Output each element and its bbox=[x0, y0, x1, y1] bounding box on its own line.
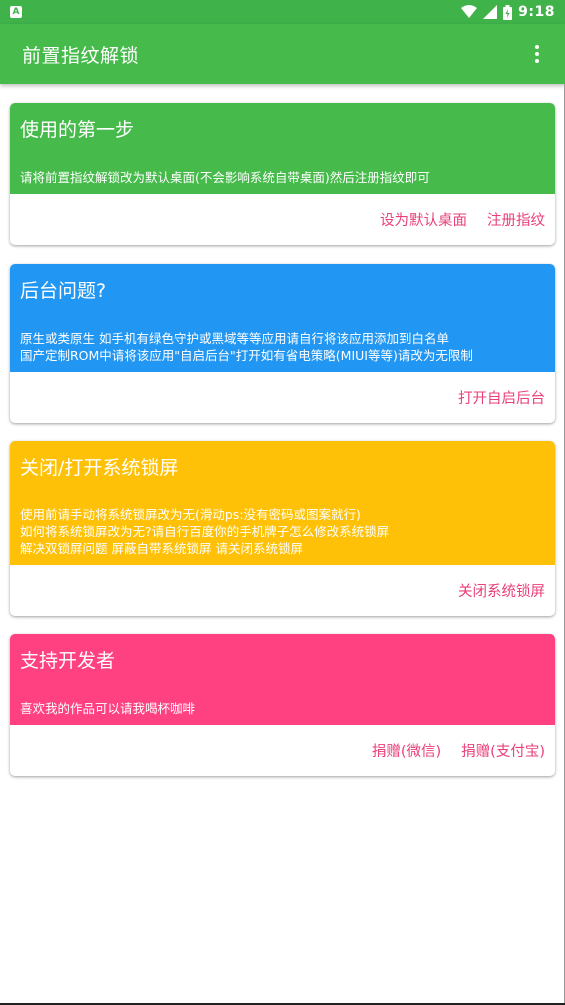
card-description: 喜欢我的作品可以请我喝杯咖啡 bbox=[20, 700, 195, 717]
donate-alipay-button[interactable]: 捐赠(支付宝) bbox=[461, 740, 545, 761]
card-actions: 打开自启后台 bbox=[10, 372, 555, 423]
card-line: 使用前请手动将系统锁屏改为无(滑动ps:没有密码或图案就行) bbox=[20, 507, 361, 522]
card-header: 关闭/打开系统锁屏 使用前请手动将系统锁屏改为无(滑动ps:没有密码或图案就行)… bbox=[10, 441, 555, 565]
card-line: 喜欢我的作品可以请我喝杯咖啡 bbox=[20, 701, 196, 716]
card-description: 原生或类原生 如手机有绿色守护或黑域等等应用请自行将该应用添加到白名单 国产定制… bbox=[20, 330, 473, 364]
status-bar: A 9:18 bbox=[0, 0, 565, 24]
card-title: 关闭/打开系统锁屏 bbox=[20, 457, 179, 479]
card-line: 解决双锁屏问题 屏蔽自带系统锁屏 请关闭系统锁屏 bbox=[20, 541, 303, 556]
card-header: 支持开发者 喜欢我的作品可以请我喝杯咖啡 bbox=[10, 634, 555, 725]
app-bar: 前置指纹解锁 bbox=[0, 24, 565, 84]
open-autostart-button[interactable]: 打开自启后台 bbox=[458, 387, 545, 408]
card-description: 请将前置指纹解锁改为默认桌面(不会影响系统自带桌面)然后注册指纹即可 bbox=[20, 169, 430, 186]
donate-wechat-button[interactable]: 捐赠(微信) bbox=[372, 740, 441, 761]
battery-icon bbox=[503, 4, 513, 20]
card-support-developer: 支持开发者 喜欢我的作品可以请我喝杯咖啡 捐赠(微信) 捐赠(支付宝) bbox=[10, 634, 555, 776]
card-line: 国产定制ROM中请将该应用"自启后台"打开如有省电策略(MIUI等等)请改为无限… bbox=[20, 348, 473, 363]
card-title: 使用的第一步 bbox=[20, 119, 135, 141]
card-line: 如何将系统锁屏改为无?请自行百度你的手机牌子怎么修改系统锁屏 bbox=[20, 524, 390, 539]
set-default-launcher-button[interactable]: 设为默认桌面 bbox=[380, 209, 467, 230]
card-header: 后台问题? 原生或类原生 如手机有绿色守护或黑域等等应用请自行将该应用添加到白名… bbox=[10, 264, 555, 372]
card-actions: 设为默认桌面 注册指纹 bbox=[10, 194, 555, 245]
card-background-issue: 后台问题? 原生或类原生 如手机有绿色守护或黑域等等应用请自行将该应用添加到白名… bbox=[10, 264, 555, 423]
status-time: 9:18 bbox=[518, 4, 555, 20]
register-fingerprint-button[interactable]: 注册指纹 bbox=[487, 209, 545, 230]
notification-icon: A bbox=[10, 6, 22, 18]
card-title: 后台问题? bbox=[20, 280, 107, 302]
card-actions: 捐赠(微信) 捐赠(支付宝) bbox=[10, 725, 555, 776]
signal-icon bbox=[483, 5, 498, 19]
card-system-lockscreen: 关闭/打开系统锁屏 使用前请手动将系统锁屏改为无(滑动ps:没有密码或图案就行)… bbox=[10, 441, 555, 616]
close-system-lockscreen-button[interactable]: 关闭系统锁屏 bbox=[458, 580, 545, 601]
more-vert-icon[interactable] bbox=[531, 41, 543, 67]
card-actions: 关闭系统锁屏 bbox=[10, 565, 555, 616]
card-line: 请将前置指纹解锁改为默认桌面(不会影响系统自带桌面)然后注册指纹即可 bbox=[20, 170, 430, 185]
card-title: 支持开发者 bbox=[20, 650, 116, 672]
card-header: 使用的第一步 请将前置指纹解锁改为默认桌面(不会影响系统自带桌面)然后注册指纹即… bbox=[10, 103, 555, 194]
wifi-icon bbox=[461, 5, 478, 18]
app-title: 前置指纹解锁 bbox=[22, 44, 140, 67]
card-line: 原生或类原生 如手机有绿色守护或黑域等等应用请自行将该应用添加到白名单 bbox=[20, 331, 449, 346]
card-first-step: 使用的第一步 请将前置指纹解锁改为默认桌面(不会影响系统自带桌面)然后注册指纹即… bbox=[10, 103, 555, 245]
card-description: 使用前请手动将系统锁屏改为无(滑动ps:没有密码或图案就行) 如何将系统锁屏改为… bbox=[20, 506, 389, 557]
